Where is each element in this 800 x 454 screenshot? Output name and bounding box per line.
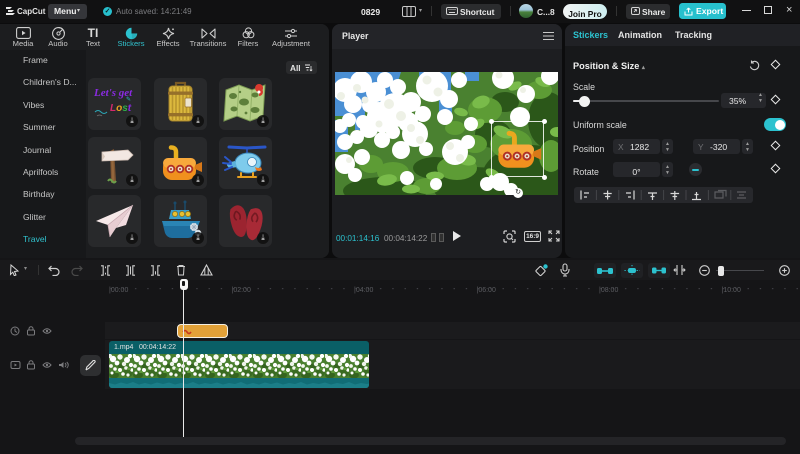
svg-text:|04:00: |04:00 [354, 287, 373, 294]
svg-text:|00:00: |00:00 [109, 287, 128, 294]
svg-text:|02:00: |02:00 [232, 287, 251, 294]
svg-text:|06:00: |06:00 [477, 287, 496, 294]
svg-text:|10:00: |10:00 [722, 287, 741, 294]
svg-text:✎: ✎ [126, 96, 131, 103]
svg-text:|08:00: |08:00 [599, 287, 618, 294]
svg-text:Lost: Lost [110, 103, 132, 114]
